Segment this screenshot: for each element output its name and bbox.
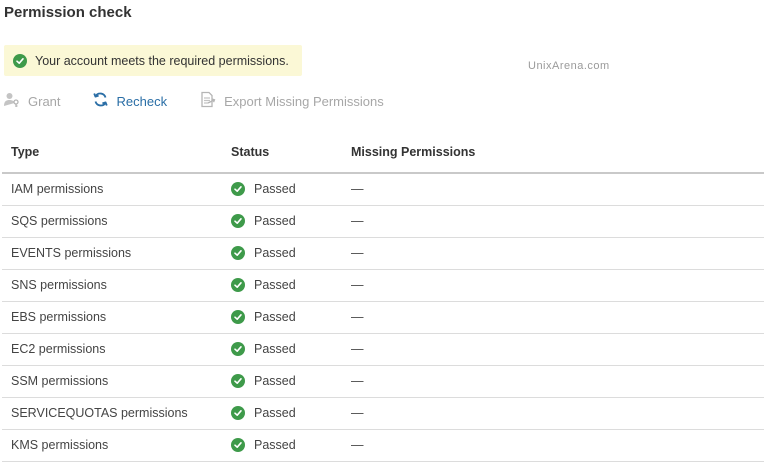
type-cell: EC2 permissions	[2, 333, 222, 366]
toolbar: Grant Recheck Export Missing Permissions	[0, 90, 764, 112]
check-circle-icon	[231, 214, 245, 228]
recheck-button[interactable]: Recheck	[92, 91, 168, 111]
table-row: SERVICEQUOTAS permissions Passed —	[2, 397, 764, 430]
table-row: IAM permissions Passed —	[2, 173, 764, 206]
status-cell: Passed	[231, 182, 342, 197]
table-header-row: Type Status Missing Permissions	[2, 132, 764, 174]
column-header-missing-permissions[interactable]: Missing Permissions	[342, 132, 764, 174]
status-cell: Passed	[231, 374, 342, 388]
table-row: EVENTS permissions Passed —	[2, 237, 764, 270]
table-row: EBS permissions Passed —	[2, 301, 764, 334]
missing-permissions-cell: —	[342, 237, 764, 270]
check-circle-icon	[231, 182, 245, 197]
missing-permissions-cell: —	[342, 365, 764, 398]
status-cell: Passed	[231, 342, 342, 356]
status-cell: Passed	[231, 214, 342, 228]
status-text: Passed	[254, 374, 296, 388]
status-text: Passed	[254, 246, 296, 260]
status-cell: Passed	[231, 438, 342, 452]
check-circle-icon	[231, 278, 245, 292]
missing-permissions-cell: —	[342, 397, 764, 430]
grant-button[interactable]: Grant	[3, 91, 61, 111]
user-key-icon	[3, 91, 28, 111]
status-cell: Passed	[231, 310, 342, 324]
recheck-label: Recheck	[116, 93, 168, 109]
status-text: Passed	[254, 438, 296, 452]
type-cell: EVENTS permissions	[2, 237, 222, 270]
missing-permissions-cell: —	[342, 333, 764, 366]
status-text: Passed	[254, 342, 296, 356]
missing-permissions-cell: —	[342, 301, 764, 334]
status-text: Passed	[254, 310, 296, 324]
type-cell: EBS permissions	[2, 301, 222, 334]
export-missing-permissions-button[interactable]: Export Missing Permissions	[199, 91, 384, 111]
alert-text: Your account meets the required permissi…	[35, 53, 289, 68]
watermark: UnixArena.com	[528, 60, 610, 72]
success-alert: Your account meets the required permissi…	[4, 45, 302, 76]
status-text: Passed	[254, 182, 296, 197]
status-text: Passed	[254, 214, 296, 228]
export-label: Export Missing Permissions	[224, 93, 384, 109]
table-row: EC2 permissions Passed —	[2, 333, 764, 366]
check-circle-icon	[231, 310, 245, 324]
check-circle-icon	[231, 374, 245, 388]
check-circle-icon	[231, 246, 245, 260]
type-cell: SERVICEQUOTAS permissions	[2, 397, 222, 430]
page-title: Permission check	[4, 4, 132, 21]
missing-permissions-cell: —	[342, 269, 764, 302]
table-row: SSM permissions Passed —	[2, 365, 764, 398]
status-text: Passed	[254, 278, 296, 292]
table-row: SQS permissions Passed —	[2, 205, 764, 238]
table-row: KMS permissions Passed —	[2, 429, 764, 462]
grant-label: Grant	[28, 93, 61, 109]
status-cell: Passed	[231, 246, 342, 260]
column-header-status[interactable]: Status	[222, 132, 342, 174]
check-circle-icon	[231, 406, 245, 420]
type-cell: IAM permissions	[2, 173, 222, 206]
missing-permissions-cell: —	[342, 429, 764, 462]
type-cell: SSM permissions	[2, 365, 222, 398]
status-cell: Passed	[231, 278, 342, 292]
check-circle-icon	[231, 342, 245, 356]
missing-permissions-cell: —	[342, 205, 764, 238]
type-cell: KMS permissions	[2, 429, 222, 462]
refresh-icon	[92, 91, 117, 111]
permissions-table: Type Status Missing Permissions IAM perm…	[2, 132, 764, 462]
type-cell: SQS permissions	[2, 205, 222, 238]
status-cell: Passed	[231, 406, 342, 420]
check-circle-icon	[231, 438, 245, 452]
status-text: Passed	[254, 406, 296, 420]
type-cell: SNS permissions	[2, 269, 222, 302]
table-row: SNS permissions Passed —	[2, 269, 764, 302]
missing-permissions-cell: —	[342, 173, 764, 206]
export-document-icon	[199, 91, 224, 111]
check-circle-icon	[13, 53, 27, 68]
column-header-type[interactable]: Type	[2, 132, 222, 174]
